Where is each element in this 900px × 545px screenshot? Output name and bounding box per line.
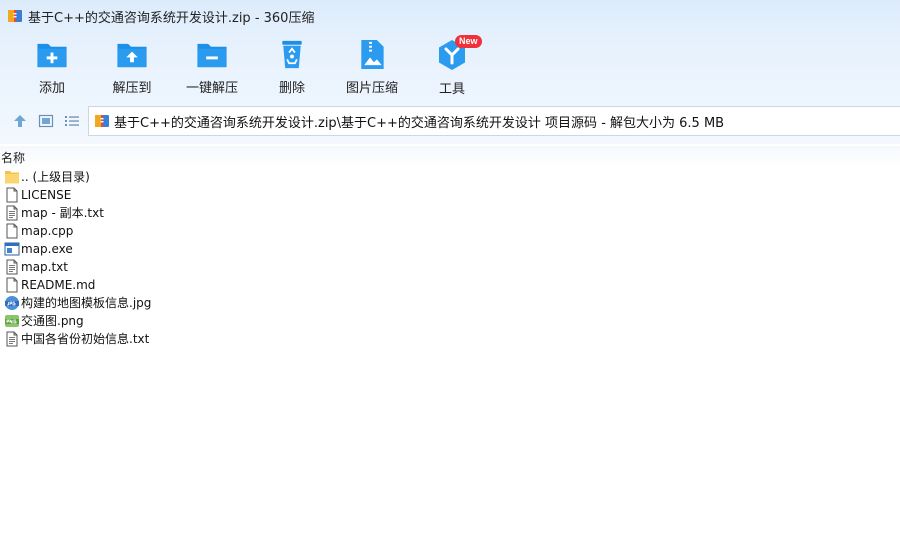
top-region: 基于C++的交通咨询系统开发设计.zip - 360压缩 添加 解压到 一键解压… xyxy=(0,0,900,100)
list-item[interactable]: 中国各省份初始信息.txt xyxy=(0,330,900,348)
list-view-icon[interactable] xyxy=(64,113,80,129)
address-bar[interactable]: 基于C++的交通咨询系统开发设计.zip\基于C++的交通咨询系统开发设计 项目… xyxy=(88,106,900,136)
title-bar: 基于C++的交通咨询系统开发设计.zip - 360压缩 xyxy=(0,0,900,32)
extract-to-icon xyxy=(117,43,147,68)
add-folder-icon xyxy=(37,43,67,68)
file-name: map - 副本.txt xyxy=(21,206,104,220)
file-name: map.exe xyxy=(21,242,73,256)
tools-icon-wrap: New xyxy=(435,35,482,72)
zip-file-icon xyxy=(95,115,109,127)
tools-label: 工具 xyxy=(438,82,465,97)
up-arrow-icon[interactable] xyxy=(12,113,28,129)
list-item[interactable]: map - 副本.txt xyxy=(0,204,900,222)
exe-file-icon xyxy=(4,242,20,256)
column-header: 名称 xyxy=(0,146,900,168)
extract-to-label: 解压到 xyxy=(112,81,152,96)
column-name-header[interactable]: 名称 xyxy=(1,149,25,166)
tools-button[interactable]: New 工具 xyxy=(409,35,495,97)
folder-icon xyxy=(5,171,19,184)
image-compress-icon xyxy=(361,39,384,70)
list-item[interactable]: 构建的地图模板信息.jpg xyxy=(0,294,900,312)
file-name: 交通图.png xyxy=(21,314,84,328)
text-file-icon xyxy=(6,205,18,221)
add-label: 添加 xyxy=(38,81,65,96)
list-item[interactable]: map.exe xyxy=(0,240,900,258)
list-item[interactable]: LICENSE xyxy=(0,186,900,204)
toolbar: 添加 解压到 一键解压 删除 图片压缩 New 工具 xyxy=(0,32,900,100)
file-name: README.md xyxy=(21,278,96,292)
new-badge: New xyxy=(455,35,482,48)
archive-app-icon xyxy=(8,10,22,22)
recycle-bin-icon xyxy=(282,40,302,69)
file-name: map.txt xyxy=(21,260,68,274)
file-name: 中国各省份初始信息.txt xyxy=(21,332,150,346)
list-item[interactable]: map.txt xyxy=(0,258,900,276)
list-item[interactable]: map.cpp xyxy=(0,222,900,240)
list-item-parent[interactable]: .. (上级目录) xyxy=(0,168,900,186)
list-item[interactable]: 交通图.png xyxy=(0,312,900,330)
jpg-file-icon xyxy=(5,296,19,310)
add-button[interactable]: 添加 xyxy=(9,38,95,96)
file-list: .. (上级目录) LICENSE map - 副本.txt map.cpp m… xyxy=(0,168,900,348)
delete-label: 删除 xyxy=(278,81,305,96)
text-file-icon xyxy=(6,331,18,347)
file-name: map.cpp xyxy=(21,224,74,238)
image-compress-label: 图片压缩 xyxy=(345,81,398,96)
one-click-extract-button[interactable]: 一键解压 xyxy=(169,38,255,96)
blank-file-icon xyxy=(6,187,18,203)
extract-to-button[interactable]: 解压到 xyxy=(89,38,175,96)
blank-file-icon xyxy=(6,223,18,239)
one-click-extract-icon xyxy=(197,43,227,68)
file-name: LICENSE xyxy=(21,188,72,202)
thumbnail-view-icon[interactable] xyxy=(38,113,54,129)
file-name: .. (上级目录) xyxy=(21,170,90,184)
one-click-extract-label: 一键解压 xyxy=(185,81,238,96)
list-item[interactable]: README.md xyxy=(0,276,900,294)
png-file-icon xyxy=(5,315,19,327)
image-compress-button[interactable]: 图片压缩 xyxy=(329,38,415,96)
text-file-icon xyxy=(6,259,18,275)
address-row: 基于C++的交通咨询系统开发设计.zip\基于C++的交通咨询系统开发设计 项目… xyxy=(0,100,900,144)
address-path: 基于C++的交通咨询系统开发设计.zip\基于C++的交通咨询系统开发设计 项目… xyxy=(114,115,725,131)
blank-file-icon xyxy=(6,277,18,293)
window-title: 基于C++的交通咨询系统开发设计.zip - 360压缩 xyxy=(28,10,315,26)
delete-button[interactable]: 删除 xyxy=(249,38,335,96)
file-name: 构建的地图模板信息.jpg xyxy=(21,296,152,310)
